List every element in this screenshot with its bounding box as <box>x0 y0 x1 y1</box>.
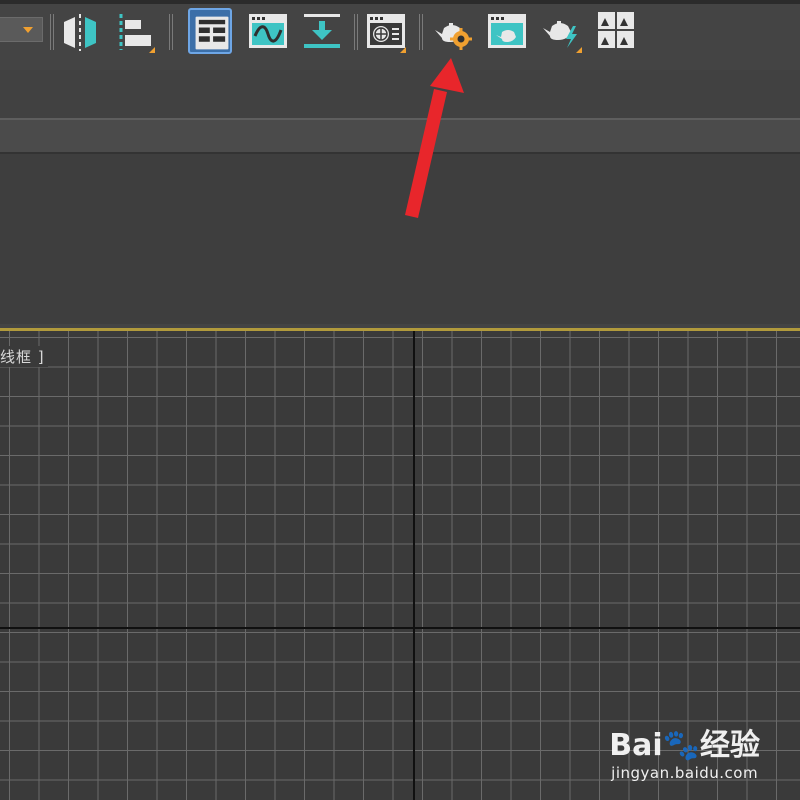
curve-editor-button[interactable] <box>246 8 290 54</box>
render-production-button[interactable] <box>540 8 584 54</box>
watermark-url: jingyan.baidu.com <box>611 764 759 782</box>
viewport-layout-icon <box>598 12 634 48</box>
paw-icon: 🐾 <box>662 728 700 763</box>
toolbar-separator <box>50 14 55 50</box>
main-toolbar <box>0 0 800 70</box>
grid-axis-horizontal <box>0 627 800 629</box>
toolbar-top-border <box>0 0 800 4</box>
rendered-frame-window-button[interactable] <box>485 8 529 54</box>
mirror-icon <box>64 14 96 51</box>
chevron-down-icon <box>23 27 33 33</box>
viewport-label[interactable]: 线框 ] <box>0 346 48 367</box>
rendered-frame-window-icon <box>488 14 526 48</box>
render-setup-icon <box>435 23 472 50</box>
flyout-indicator <box>149 47 155 53</box>
watermark-logo: Bai🐾经验 <box>609 730 760 762</box>
ribbon-panel <box>0 154 800 324</box>
toolbar-separator <box>419 14 424 50</box>
schematic-view-icon <box>304 14 340 48</box>
scene-explorer-icon <box>195 16 229 50</box>
scene-explorer-button[interactable] <box>188 8 232 54</box>
selection-set-dropdown[interactable] <box>0 17 43 42</box>
watermark-logo-text: Bai <box>609 728 663 763</box>
ribbon-tab-bar <box>0 118 800 154</box>
flyout-indicator <box>576 47 582 53</box>
schematic-view-button[interactable] <box>300 8 344 54</box>
grid-axis-vertical <box>413 331 415 800</box>
material-editor-button[interactable] <box>364 8 408 54</box>
toolbar-separator <box>354 14 359 50</box>
ribbon-area <box>0 70 800 118</box>
curve-editor-icon <box>249 14 287 48</box>
render-setup-button[interactable] <box>430 8 474 54</box>
toolbar-separator <box>169 14 174 50</box>
watermark-logo-text-2: 经验 <box>700 728 760 763</box>
mirror-button[interactable] <box>58 8 102 54</box>
align-button[interactable] <box>113 8 157 54</box>
baidu-watermark: Bai🐾经验 jingyan.baidu.com <box>609 730 760 783</box>
viewport-layout-button[interactable] <box>594 8 638 54</box>
flyout-indicator <box>400 47 406 53</box>
